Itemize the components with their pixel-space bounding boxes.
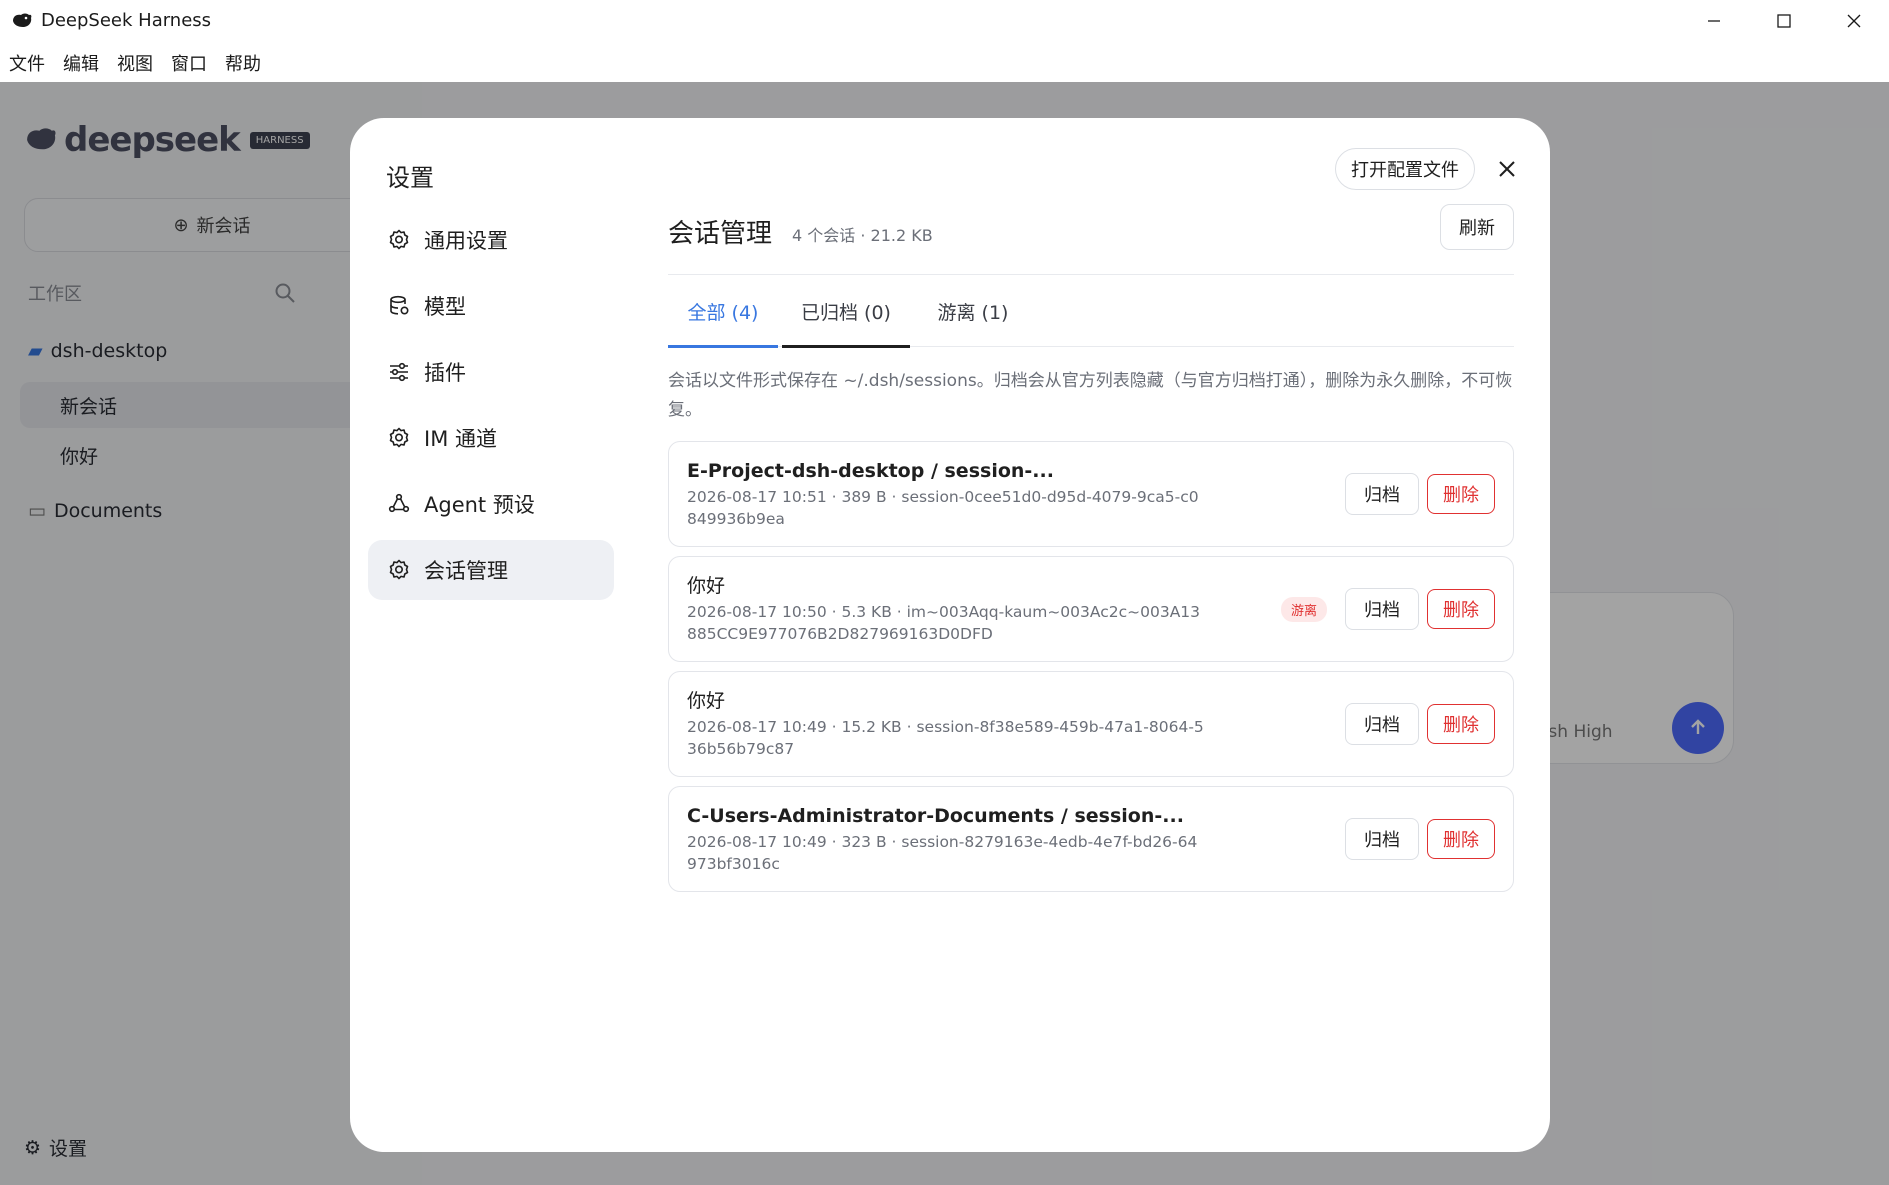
menu-view[interactable]: 视图 [117,50,153,76]
session-meta: 2026-08-17 10:49 · 323 B · session-82791… [687,833,1198,873]
section-title: 会话管理 [668,219,773,249]
session-description: 会话以文件形式保存在 ~/.dsh/sessions。归档会从官方列表隐藏（与官… [668,371,1513,420]
nav-im-channel-label: IM 通道 [424,427,497,451]
close-icon [1499,161,1515,177]
session-meta: 2026-08-17 10:51 · 389 B · session-0cee5… [687,488,1199,528]
modal-title: 设置 [386,164,434,192]
menu-bar: 文件 编辑 视图 窗口 帮助 [0,44,279,82]
archive-button[interactable]: 归档 [1345,818,1419,860]
delete-button[interactable]: 删除 [1427,589,1495,629]
open-config-button[interactable]: 打开配置文件 [1335,148,1475,190]
delete-button[interactable]: 删除 [1427,819,1495,859]
menu-help[interactable]: 帮助 [225,50,261,76]
settings-nav: 通用设置 模型 插件 IM 通道 Agent 预设 会话管理 [368,210,614,606]
delete-button[interactable]: 删除 [1427,474,1495,514]
menu-file[interactable]: 文件 [9,50,45,76]
archive-button[interactable]: 归档 [1345,588,1419,630]
gear-icon [386,425,412,451]
minimize-button[interactable] [1679,0,1749,41]
database-icon [386,293,412,319]
refresh-button[interactable]: 刷新 [1440,204,1514,250]
nav-model-label: 模型 [424,295,466,319]
tab-all[interactable]: 全部 (4) [668,275,778,348]
agent-icon [386,491,412,517]
session-meta: 2026-08-17 10:50 · 5.3 KB · im~003Aqq-ka… [687,603,1201,643]
delete-button[interactable]: 删除 [1427,704,1495,744]
session-card: E-Project-dsh-desktop / session-... 2026… [668,441,1514,547]
session-list: E-Project-dsh-desktop / session-... 2026… [668,441,1514,892]
session-management-panel: 会话管理 4 个会话 · 21.2 KB 刷新 全部 (4) 已归档 (0) 游… [668,198,1514,901]
session-card: 你好 2026-08-17 10:50 · 5.3 KB · im~003Aqq… [668,556,1514,662]
close-window-button[interactable] [1819,0,1889,41]
tab-orphan[interactable]: 游离 (1) [914,275,1032,347]
menu-edit[interactable]: 编辑 [63,50,99,76]
section-meta: 4 个会话 · 21.2 KB [792,226,933,245]
window-title: DeepSeek Harness [41,10,212,31]
modal-close-button[interactable] [1493,155,1521,183]
menu-window[interactable]: 窗口 [171,50,207,76]
tab-archived[interactable]: 已归档 (0) [782,275,910,348]
app-logo-icon [10,9,34,33]
session-card: C-Users-Administrator-Documents / sessio… [668,786,1514,892]
nav-general[interactable]: 通用设置 [368,210,614,270]
maximize-icon [1777,13,1791,28]
nav-agent-preset-label: Agent 预设 [424,493,535,517]
tab-all-label: 全部 (4) [687,301,759,324]
orphan-badge: 游离 [1280,596,1327,622]
close-icon [1847,14,1861,27]
sliders-icon [386,359,412,385]
minimize-icon [1708,19,1720,22]
nav-general-label: 通用设置 [424,229,508,253]
nav-im-channel[interactable]: IM 通道 [368,408,614,468]
settings-modal: 设置 打开配置文件 通用设置 模型 插件 IM 通道 Agent 预设 会话管理… [350,118,1550,1152]
tab-underline [782,345,910,348]
session-meta: 2026-08-17 10:49 · 15.2 KB · session-8f3… [687,718,1204,758]
nav-plugins-label: 插件 [424,361,466,385]
maximize-button[interactable] [1749,0,1819,41]
title-bar: DeepSeek Harness [0,0,1889,41]
nav-plugins[interactable]: 插件 [368,342,614,402]
session-card: 你好 2026-08-17 10:49 · 15.2 KB · session-… [668,671,1514,777]
gear-icon [386,557,412,583]
archive-button[interactable]: 归档 [1345,473,1419,515]
nav-model[interactable]: 模型 [368,276,614,336]
tab-active-indicator [668,345,778,348]
tab-orphan-label: 游离 (1) [937,301,1009,324]
nav-session-management-label: 会话管理 [424,559,508,583]
nav-session-management[interactable]: 会话管理 [368,540,614,600]
session-tabs: 全部 (4) 已归档 (0) 游离 (1) [668,275,1514,348]
tab-archived-label: 已归档 (0) [801,301,891,324]
archive-button[interactable]: 归档 [1345,703,1419,745]
gear-icon [386,227,412,253]
nav-agent-preset[interactable]: Agent 预设 [368,474,614,534]
